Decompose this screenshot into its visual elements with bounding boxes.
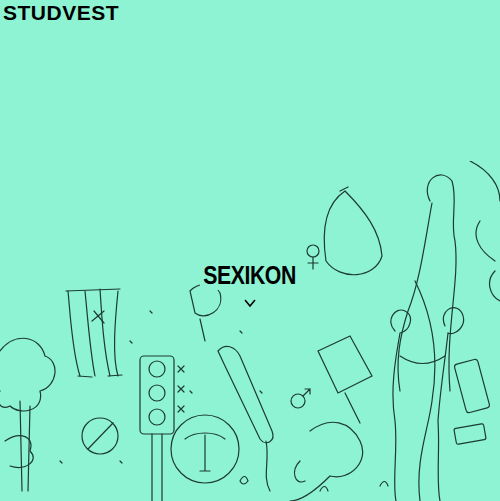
scroll-down-icon[interactable]: [243, 298, 257, 308]
hero: SEXIKON: [0, 24, 500, 308]
logo[interactable]: STUDVEST: [3, 1, 119, 24]
page: STUDVEST SEXIKON: [0, 0, 500, 501]
hero-title: SEXIKON: [200, 262, 299, 290]
illustration-icon: [0, 161, 500, 501]
header: STUDVEST: [0, 0, 500, 24]
